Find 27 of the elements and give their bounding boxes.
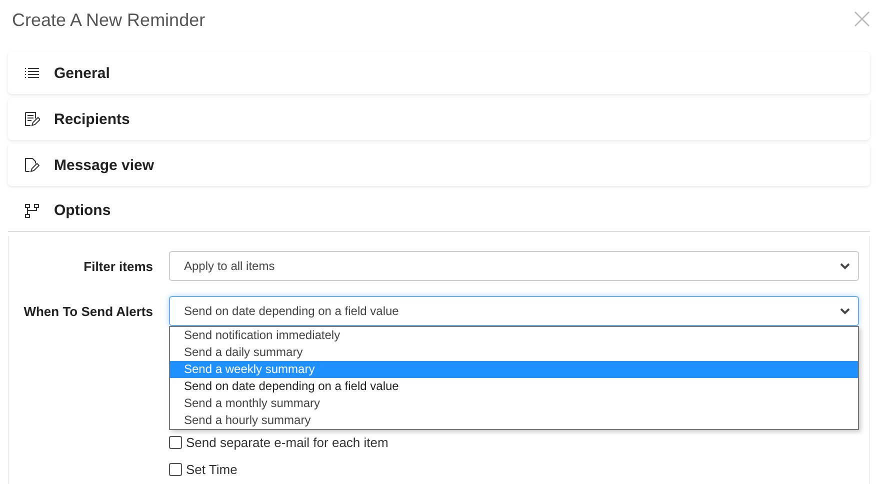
dropdown-option[interactable]: Send a hourly summary — [170, 412, 858, 429]
dialog-title: Create A New Reminder — [12, 10, 206, 31]
section-title: Recipients — [54, 110, 130, 128]
checkbox[interactable] — [169, 436, 182, 448]
field-label: When To Send Alerts — [22, 304, 153, 318]
select-field[interactable]: Apply to all items — [169, 251, 859, 281]
checkbox-label: Send separate e-mail for each item — [186, 434, 388, 450]
dropdown-option[interactable]: Send on date depending on a field value — [170, 378, 858, 395]
flow-chart-icon — [24, 202, 40, 218]
section-title: General — [54, 64, 110, 82]
form-edit-icon — [24, 111, 40, 127]
field-label: Filter items — [82, 258, 153, 274]
chevron-down-icon — [840, 262, 850, 270]
checkbox-label: Set Time — [186, 462, 238, 476]
dropdown-option[interactable]: Send a daily summary — [170, 344, 858, 361]
list-icon — [25, 67, 39, 79]
section-header[interactable]: General — [8, 52, 870, 94]
checkbox[interactable] — [169, 462, 182, 476]
section-header[interactable]: Message view — [8, 144, 870, 186]
dropdown-option[interactable]: Send a monthly summary — [170, 395, 858, 412]
section-title: Options — [54, 202, 111, 219]
select-field[interactable]: Send on date depending on a field value — [169, 296, 859, 326]
section-header[interactable]: Recipients — [8, 98, 870, 140]
chevron-down-icon — [840, 308, 850, 314]
section-title: Message view — [54, 156, 154, 174]
document-edit-icon — [24, 157, 40, 173]
dropdown-option[interactable]: Send notification immediately — [170, 327, 858, 344]
